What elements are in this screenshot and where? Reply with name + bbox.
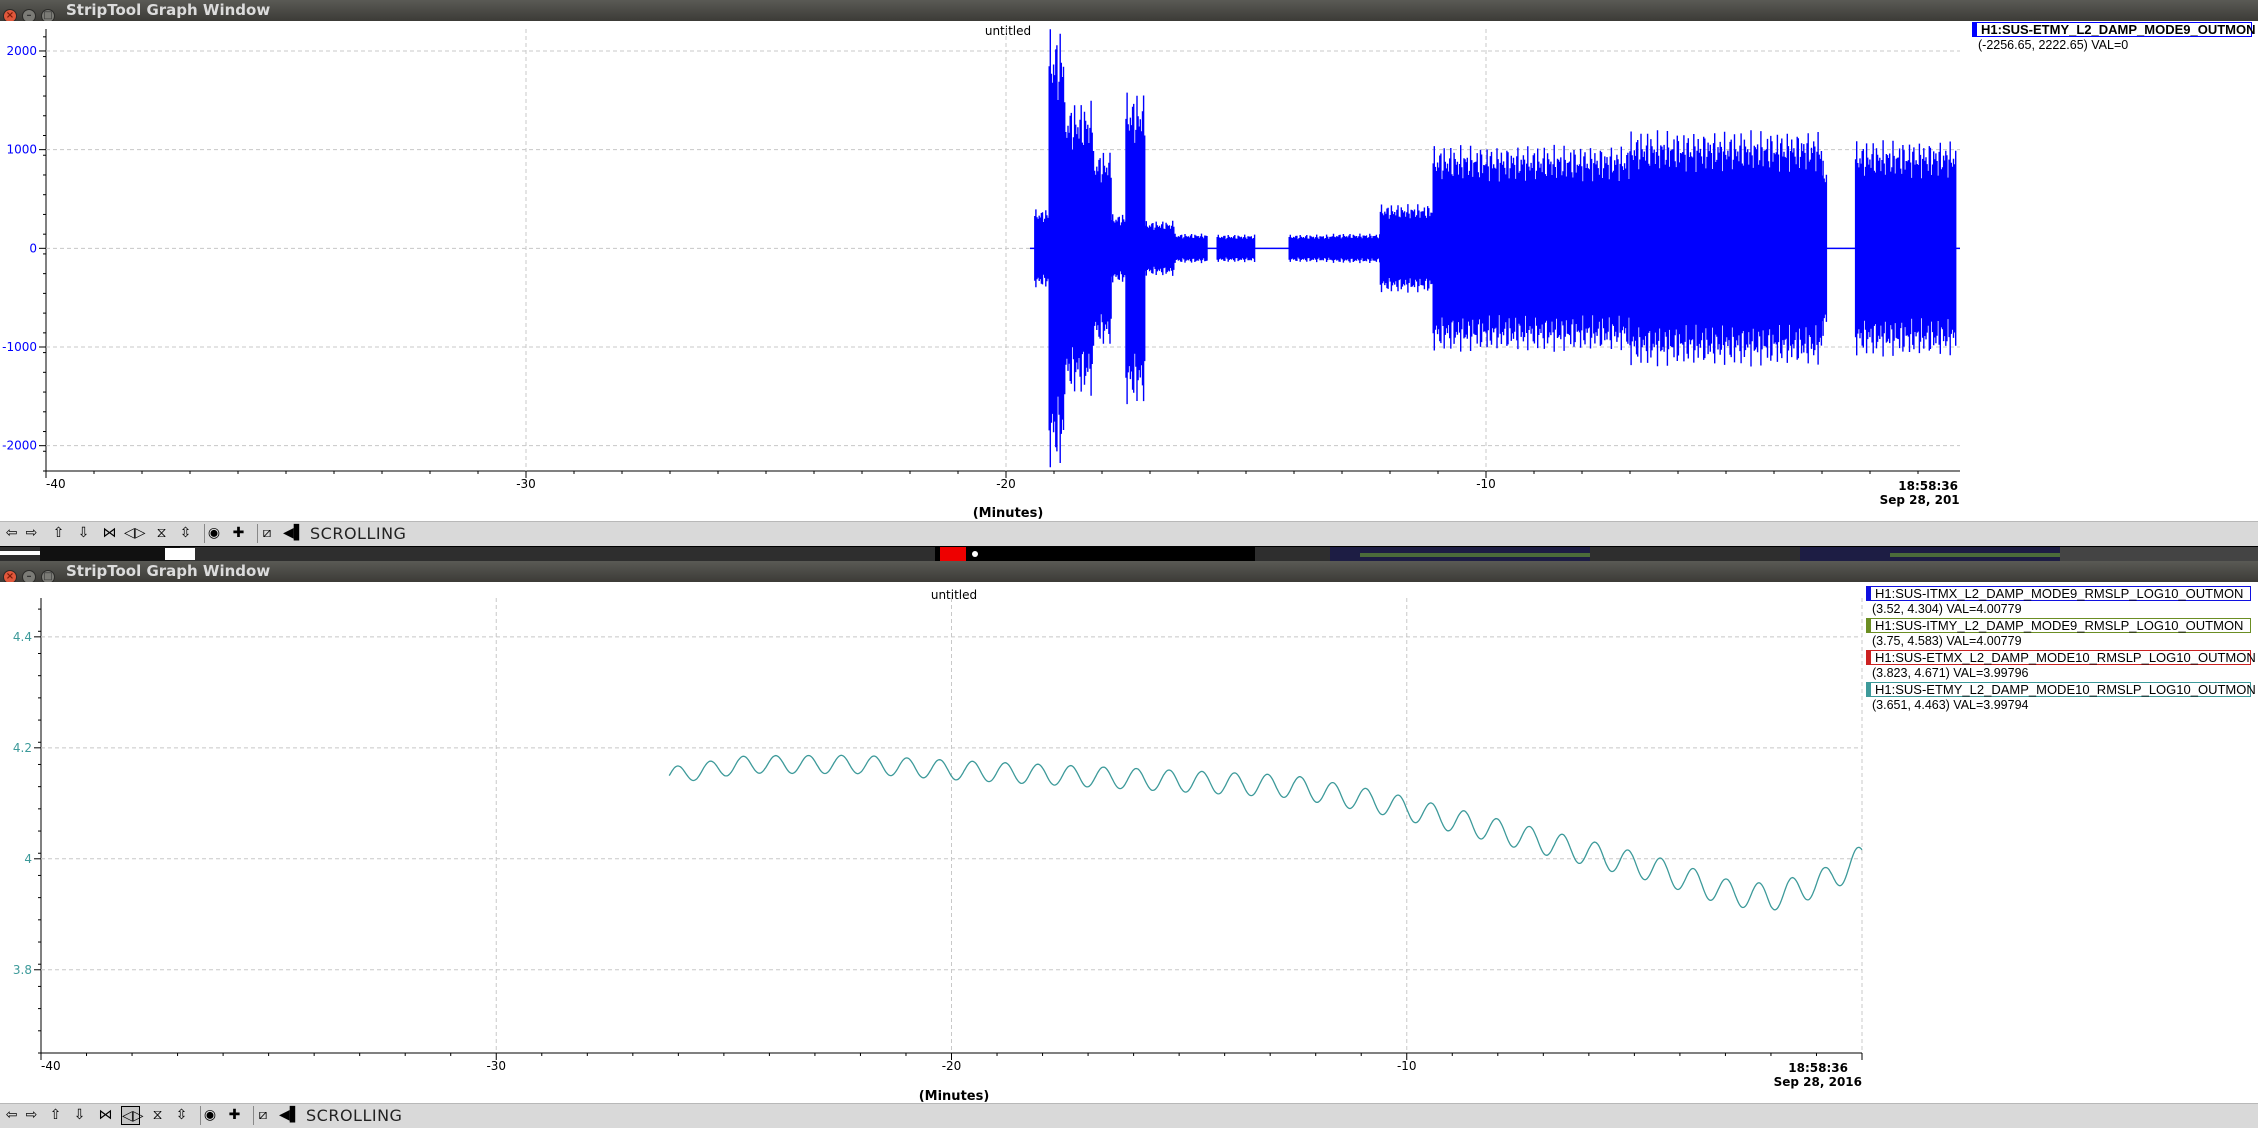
- x-axis-label: (Minutes): [919, 1089, 990, 1103]
- legend-entry-name: H1:SUS-ETMY_L2_DAMP_MODE9_OUTMON: [1972, 22, 2256, 37]
- legend-entry-value: (-2256.65, 2222.65) VAL=0: [1978, 38, 2129, 52]
- y-tick-label: 4.4: [13, 630, 32, 644]
- legend-entry-value: (3.52, 4.304) VAL=4.00779: [1872, 602, 2022, 616]
- graph-title: untitled: [931, 588, 977, 602]
- x-tick-label: -20: [996, 477, 1016, 491]
- window-titlebar[interactable]: × – □ StripTool Graph Window: [0, 561, 2258, 584]
- series-traces: [1030, 29, 1960, 468]
- reset-icon[interactable]: ✚: [229, 524, 248, 543]
- toolbar: ⇦ ⇨ ⇧ ⇩ ⋈ ◁▷ ⧖ ⇳ ◉ ✚ ⧄ ◀▌ SCROLLING: [0, 521, 2258, 546]
- graph-title: untitled: [985, 24, 1031, 38]
- refresh-icon[interactable]: ⧄: [257, 524, 276, 543]
- pan-right-icon[interactable]: ⇨: [22, 1106, 41, 1125]
- pan-left-icon[interactable]: ⇦: [2, 1106, 21, 1125]
- x-tick-label: -20: [942, 1059, 962, 1073]
- pan-up-icon[interactable]: ⇧: [46, 1106, 65, 1125]
- pan-down-icon[interactable]: ⇩: [70, 1106, 89, 1125]
- current-time: 18:58:36: [1788, 1061, 1848, 1075]
- y-tick-label: 0: [29, 241, 37, 255]
- window-title: StripTool Graph Window: [66, 1, 271, 19]
- current-date: Sep 28, 2016: [1880, 493, 1960, 507]
- x-tick-label: -30: [516, 477, 536, 491]
- pan-right-icon[interactable]: ⇨: [22, 524, 41, 543]
- toolbar: ⇦ ⇨ ⇧ ⇩ ⋈ ◁▷ ⧖ ⇳ ◉ ✚ ⧄ ◀▌ SCROLLING: [0, 1103, 2258, 1128]
- legend-entry-value: (3.651, 4.463) VAL=3.99794: [1872, 698, 2029, 712]
- scroll-mode-icon[interactable]: ◀▌: [283, 524, 305, 543]
- zoom-out-y-icon[interactable]: ⇳: [172, 1106, 191, 1125]
- window-title: StripTool Graph Window: [66, 562, 271, 580]
- legend-entry-name: H1:SUS-ITMX_L2_DAMP_MODE9_RMSLP_LOG10_OU…: [1866, 586, 2251, 601]
- signal-trace: [668, 754, 1863, 911]
- x-tick-label: -30: [486, 1059, 506, 1073]
- mode-label: SCROLLING: [306, 1106, 403, 1125]
- y-tick-label: -1000: [2, 340, 37, 354]
- x-axis-label: (Minutes): [973, 506, 1044, 521]
- legend-entry-name: H1:SUS-ETMY_L2_DAMP_MODE10_RMSLP_LOG10_O…: [1866, 682, 2256, 697]
- graph-area[interactable]: untitled 4.4 4.2 4 3.8 -40 -30 -20 -10 (Minute…: [0, 582, 2258, 1103]
- x-tick-label: -40: [41, 1059, 61, 1073]
- zoom-in-x-icon[interactable]: ⋈: [96, 1106, 115, 1125]
- zoom-out-x-icon[interactable]: ◁▷: [124, 524, 146, 543]
- zoom-out-x-icon[interactable]: ◁▷: [121, 1106, 144, 1125]
- zoom-in-x-icon[interactable]: ⋈: [100, 524, 119, 543]
- mode-label: SCROLLING: [310, 524, 407, 543]
- y-tick-label: 2000: [6, 44, 37, 58]
- chart-grid: [34, 598, 1863, 1060]
- x-tick-label: -10: [1476, 477, 1496, 491]
- scroll-mode-icon[interactable]: ◀▌: [279, 1106, 301, 1125]
- auto-scale-icon[interactable]: ◉: [204, 524, 223, 543]
- y-tick-label: 4: [24, 852, 32, 866]
- auto-scale-icon[interactable]: ◉: [200, 1106, 219, 1125]
- legend-entry-name: H1:SUS-ETMX_L2_DAMP_MODE10_RMSLP_LOG10_O…: [1866, 650, 2256, 665]
- y-axis-ticks: 2000 1000 0 -1000 -2000: [2, 44, 37, 453]
- pan-down-icon[interactable]: ⇩: [74, 524, 93, 543]
- x-axis-ticks: -40 -30 -20 -10: [46, 477, 1496, 491]
- legend-entry-name: H1:SUS-ITMY_L2_DAMP_MODE9_RMSLP_LOG10_OU…: [1866, 618, 2251, 633]
- y-tick-label: 3.8: [13, 963, 32, 977]
- refresh-icon[interactable]: ⧄: [253, 1106, 272, 1125]
- window-titlebar[interactable]: × – □ StripTool Graph Window: [0, 0, 2258, 23]
- zoom-in-y-icon[interactable]: ⧖: [152, 524, 171, 543]
- current-date: Sep 28, 2016: [1774, 1075, 1862, 1089]
- series-traces: [668, 754, 1863, 911]
- y-axis-ticks: 4.4 4.2 4 3.8: [13, 630, 32, 977]
- legend-entry-value: (3.75, 4.583) VAL=4.00779: [1872, 634, 2022, 648]
- y-tick-label: 1000: [6, 143, 37, 157]
- strip-chart: untitled 2000 1000 0 -1000 -2000 -40 -30 -20 -1…: [2, 24, 1960, 521]
- strip-chart: untitled 4.4 4.2 4 3.8 -40 -30 -20 -10 (Minute…: [13, 588, 1863, 1103]
- x-tick-label: -40: [46, 477, 66, 491]
- x-axis-ticks: -40 -30 -20 -10: [41, 1059, 1417, 1073]
- zoom-out-y-icon[interactable]: ⇳: [176, 524, 195, 543]
- legend-entry-value: (3.823, 4.671) VAL=3.99796: [1872, 666, 2029, 680]
- pan-left-icon[interactable]: ⇦: [2, 524, 21, 543]
- current-time: 18:58:36: [1898, 479, 1958, 493]
- x-tick-label: -10: [1397, 1059, 1417, 1073]
- y-tick-label: 4.2: [13, 741, 32, 755]
- reset-icon[interactable]: ✚: [225, 1106, 244, 1125]
- zoom-in-y-icon[interactable]: ⧖: [148, 1106, 167, 1125]
- y-tick-label: -2000: [2, 439, 37, 453]
- graph-area[interactable]: untitled 2000 1000 0 -1000 -2000 -40 -30 -20 -1…: [0, 21, 2258, 522]
- desktop-strip: [0, 547, 2258, 561]
- pan-up-icon[interactable]: ⇧: [49, 524, 68, 543]
